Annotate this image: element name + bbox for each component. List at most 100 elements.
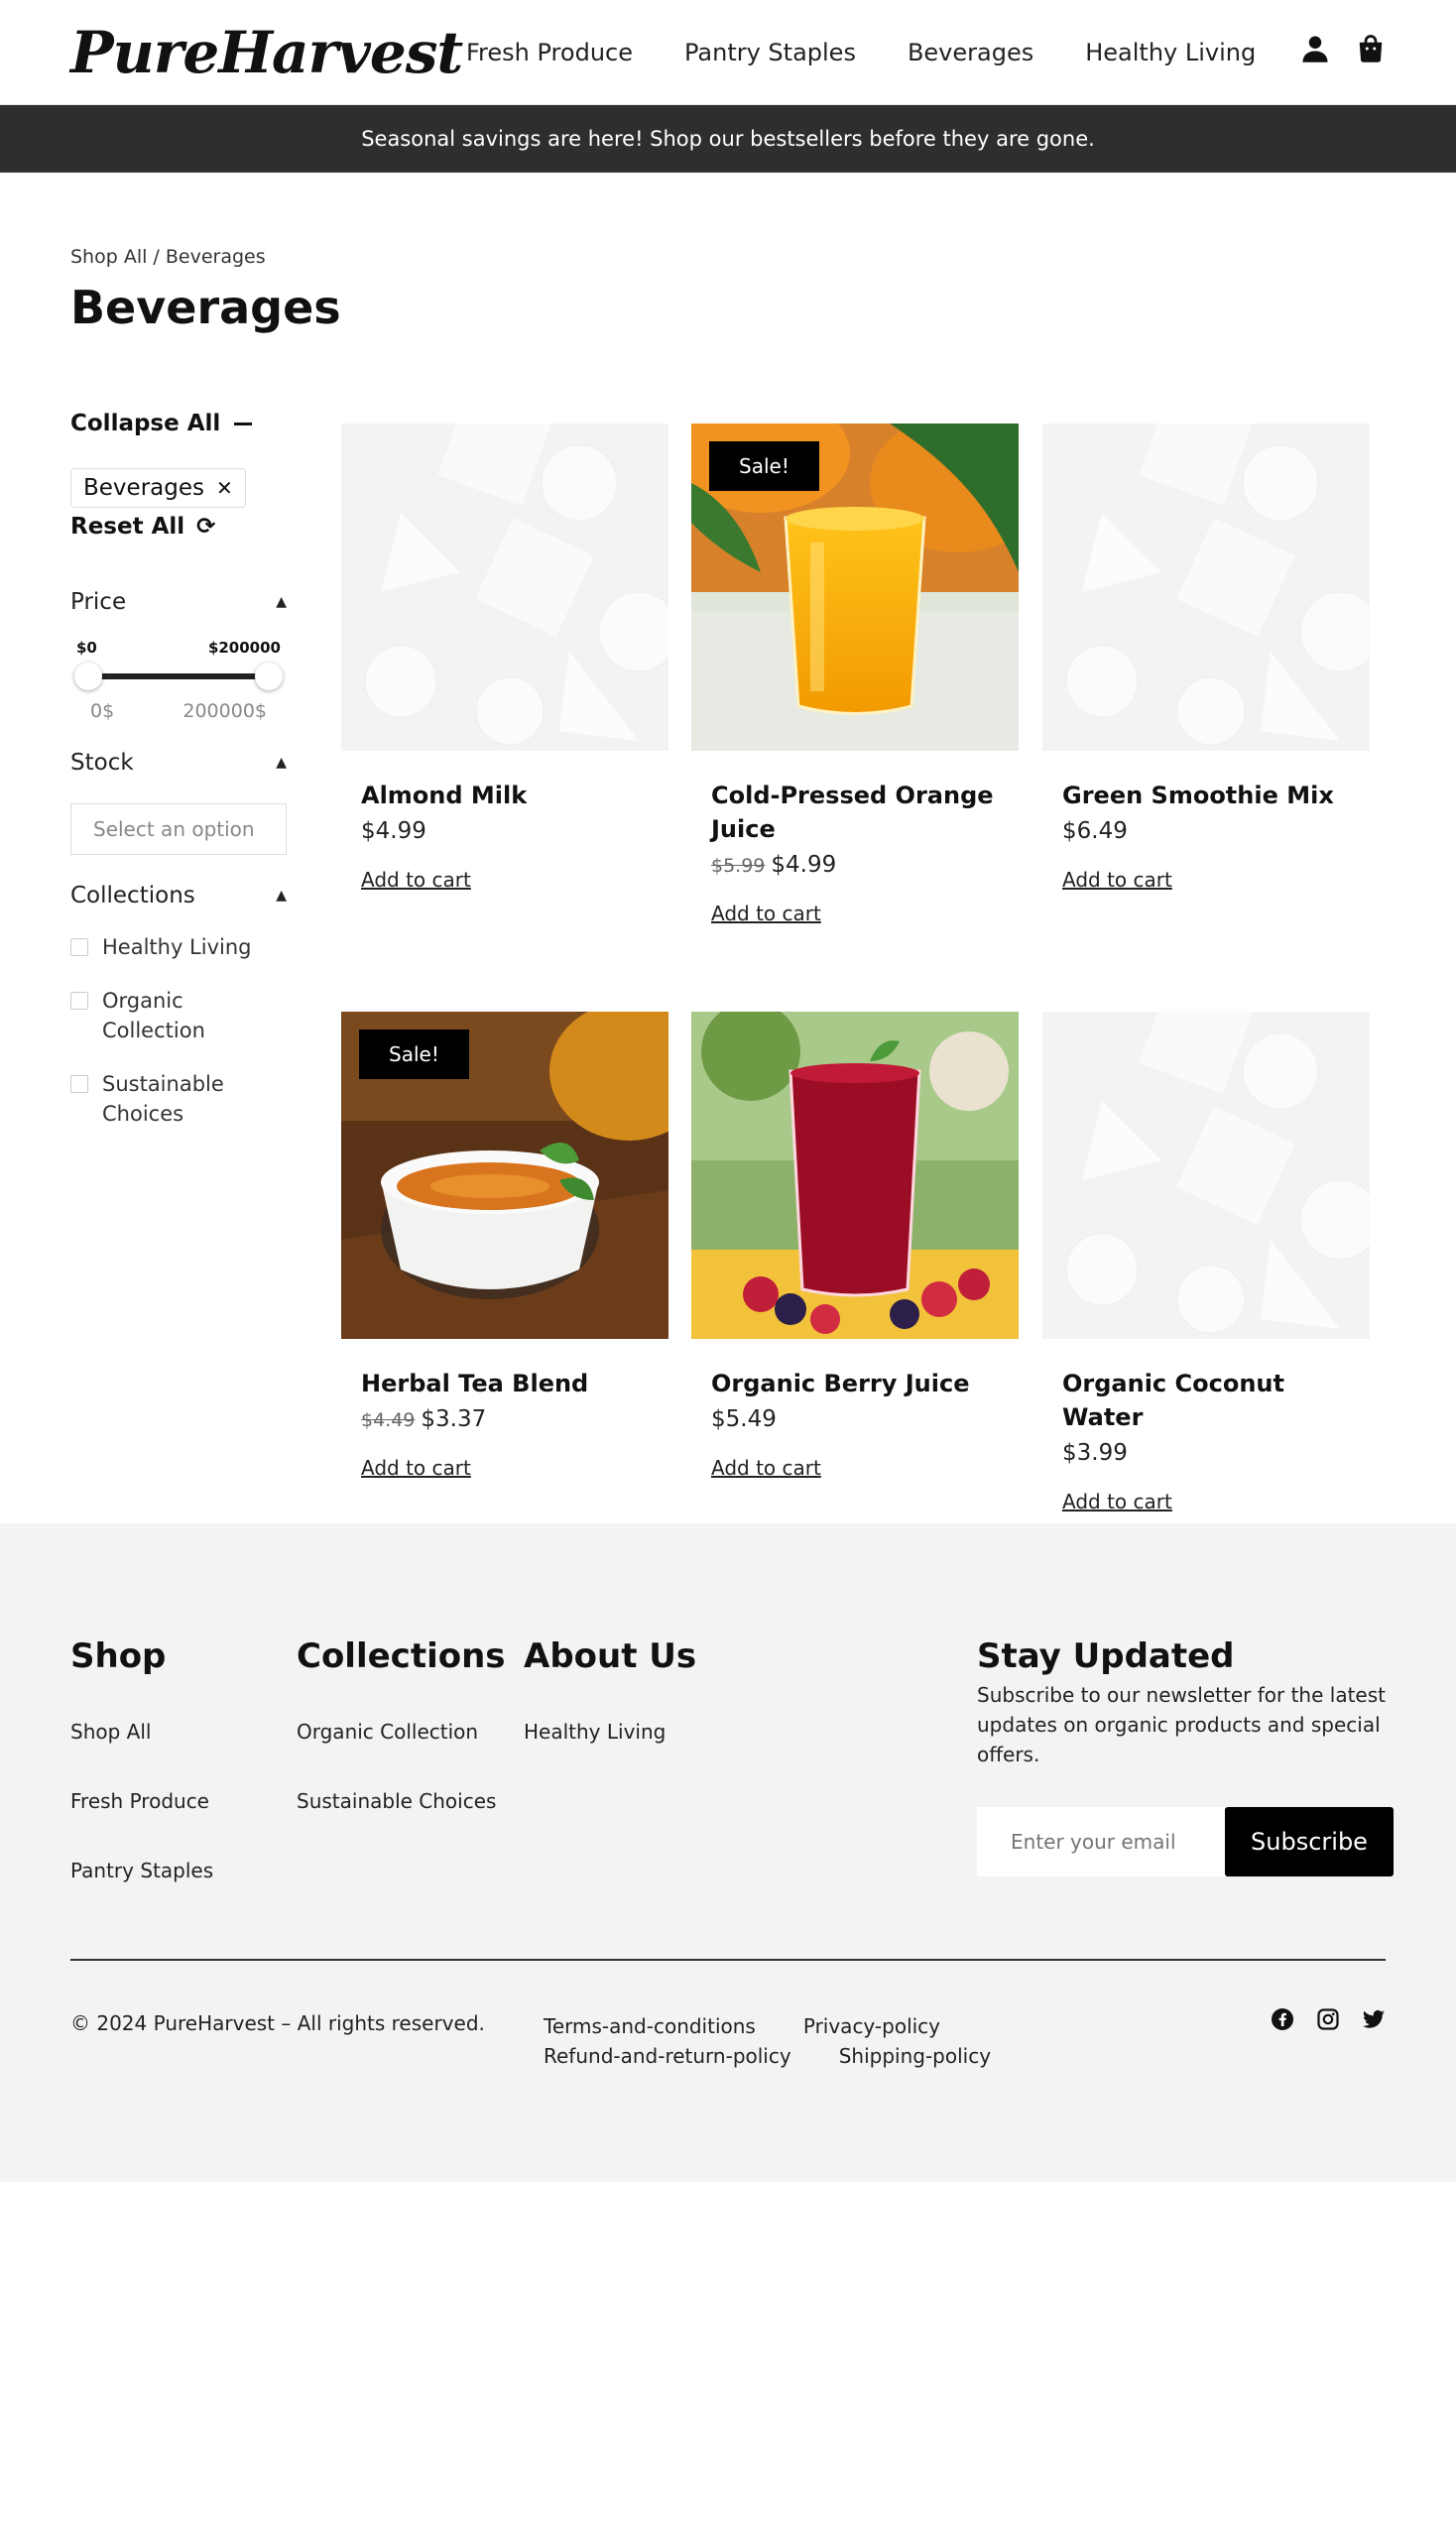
footer-link[interactable]: Healthy Living [524,1720,696,1744]
product-price-value: $5.49 [711,1406,777,1432]
collection-option[interactable]: Organic Collection [70,986,287,1045]
checkbox[interactable] [70,1075,88,1093]
product-price: $3.99 [1062,1440,1350,1466]
collections-filter-header[interactable]: Collections ▲ [70,883,287,908]
sale-badge: Sale! [359,1029,469,1079]
nav-beverages[interactable]: Beverages [908,39,1033,66]
legal-link[interactable]: Refund-and-return-policy [544,2044,791,2068]
twitter-icon[interactable] [1362,2007,1386,2031]
original-price: $5.99 [711,855,766,877]
collection-option[interactable]: Sustainable Choices [70,1069,287,1129]
checkbox[interactable] [70,938,88,956]
checkbox[interactable] [70,992,88,1010]
original-price: $4.49 [361,1409,416,1431]
add-to-cart-button[interactable]: Add to cart [361,1456,471,1480]
product-image-placeholder[interactable] [341,423,668,751]
nav-fresh-produce[interactable]: Fresh Produce [466,39,633,66]
price-max-value: 200000$ [182,700,267,722]
product-image[interactable]: Sale! [341,1012,668,1339]
collection-option-label: Organic Collection [102,989,205,1042]
site-header: PureHarvest Fresh Produce Pantry Staples… [0,0,1456,105]
footer-heading: Collections [297,1636,506,1676]
footer-divider [70,1959,1386,1961]
close-icon[interactable]: ✕ [216,476,233,500]
footer-link[interactable]: Shop All [70,1720,213,1744]
footer-link[interactable]: Pantry Staples [70,1859,213,1882]
stock-filter: Stock ▲ Select an option [70,750,287,855]
product-name[interactable]: Organic Coconut Water [1062,1367,1350,1434]
product-card[interactable]: Almond Milk $4.99 Add to cart [341,423,668,892]
product-name[interactable]: Green Smoothie Mix [1062,779,1350,812]
subscribe-button[interactable]: Subscribe [1225,1807,1394,1876]
product-price-value: $6.49 [1062,818,1128,844]
product-image[interactable] [691,1012,1019,1339]
user-icon[interactable] [1300,34,1330,63]
product-name[interactable]: Almond Milk [361,779,649,812]
instagram-icon[interactable] [1316,2007,1340,2031]
facebook-icon[interactable] [1271,2007,1294,2031]
product-price: $6.49 [1062,818,1350,844]
bag-icon[interactable] [1356,34,1386,63]
price-filter-header[interactable]: Price ▲ [70,589,287,615]
price-min-label: $0 [76,639,97,657]
footer-shop-column: Shop Shop All Fresh Produce Pantry Stapl… [70,1636,213,1882]
product-name[interactable]: Herbal Tea Blend [361,1367,649,1400]
price-filter: Price ▲ $0 $200000 0$ 200000$ [70,589,287,722]
footer-link[interactable]: Organic Collection [297,1720,506,1744]
footer-heading: Shop [70,1636,167,1676]
sale-badge: Sale! [709,441,819,491]
header-icons [1300,34,1386,63]
add-to-cart-button[interactable]: Add to cart [1062,1490,1172,1513]
filter-sidebar: Collapse All Beverages ✕ Reset All ⟳ Pri… [70,411,287,1129]
product-price-value: $3.99 [1062,1440,1128,1466]
legal-link[interactable]: Privacy-policy [803,2014,940,2038]
slider-max-handle[interactable] [255,663,283,690]
reset-all-button[interactable]: Reset All ⟳ [70,514,287,540]
product-card[interactable]: Organic Berry Juice $5.49 Add to cart [691,1012,1019,1480]
add-to-cart-button[interactable]: Add to cart [1062,868,1172,892]
collapse-all-label: Collapse All [70,411,221,436]
site-footer: Shop Shop All Fresh Produce Pantry Stapl… [0,1523,1456,2182]
email-input[interactable] [977,1807,1225,1876]
product-card[interactable]: Organic Coconut Water $3.99 Add to cart [1042,1012,1370,1513]
page-title: Beverages [70,281,341,334]
add-to-cart-button[interactable]: Add to cart [361,868,471,892]
footer-about-column: About Us Healthy Living [524,1636,696,1744]
collapse-all-button[interactable]: Collapse All [70,411,287,436]
product-card[interactable]: Sale! Cold-Pressed Orange Juice $5.99 $4.… [691,423,1019,925]
product-card[interactable]: Green Smoothie Mix $6.49 Add to cart [1042,423,1370,892]
reset-all-label: Reset All [70,514,185,540]
stock-filter-header[interactable]: Stock ▲ [70,750,287,776]
product-image-placeholder[interactable] [1042,1012,1370,1339]
collection-option[interactable]: Healthy Living [70,932,287,962]
newsletter-form: Subscribe [977,1807,1394,1876]
newsletter-text: Subscribe to our newsletter for the late… [977,1683,1386,1766]
price-slider[interactable] [70,661,287,690]
nav-healthy-living[interactable]: Healthy Living [1085,39,1256,66]
breadcrumb[interactable]: Shop All / Beverages [70,246,266,268]
price-filter-label: Price [70,589,127,615]
nav-pantry-staples[interactable]: Pantry Staples [684,39,856,66]
stock-select[interactable]: Select an option [70,803,287,855]
product-image[interactable]: Sale! [691,423,1019,751]
product-price: $4.49 $3.37 [361,1406,649,1432]
footer-link[interactable]: Sustainable Choices [297,1789,506,1813]
price-range-labels: $0 $200000 [70,639,287,657]
product-price: $5.99 $4.99 [711,852,999,878]
logo[interactable]: PureHarvest [70,19,467,86]
collections-filter-label: Collections [70,883,195,908]
add-to-cart-button[interactable]: Add to cart [711,1456,821,1480]
legal-link[interactable]: Terms-and-conditions [544,2014,756,2038]
slider-min-handle[interactable] [74,663,102,690]
footer-link[interactable]: Fresh Produce [70,1789,213,1813]
product-name[interactable]: Organic Berry Juice [711,1367,999,1400]
product-image-placeholder[interactable] [1042,423,1370,751]
legal-link[interactable]: Shipping-policy [839,2044,991,2068]
active-filter-chip[interactable]: Beverages ✕ [70,468,246,508]
refresh-icon: ⟳ [196,514,216,540]
add-to-cart-button[interactable]: Add to cart [711,902,821,925]
product-card[interactable]: Sale! Herbal Tea Blend $4.49 $3.37 Add to… [341,1012,668,1480]
collection-option-label: Sustainable Choices [102,1072,224,1126]
product-name[interactable]: Cold-Pressed Orange Juice [711,779,999,846]
chevron-up-icon: ▲ [276,755,287,771]
